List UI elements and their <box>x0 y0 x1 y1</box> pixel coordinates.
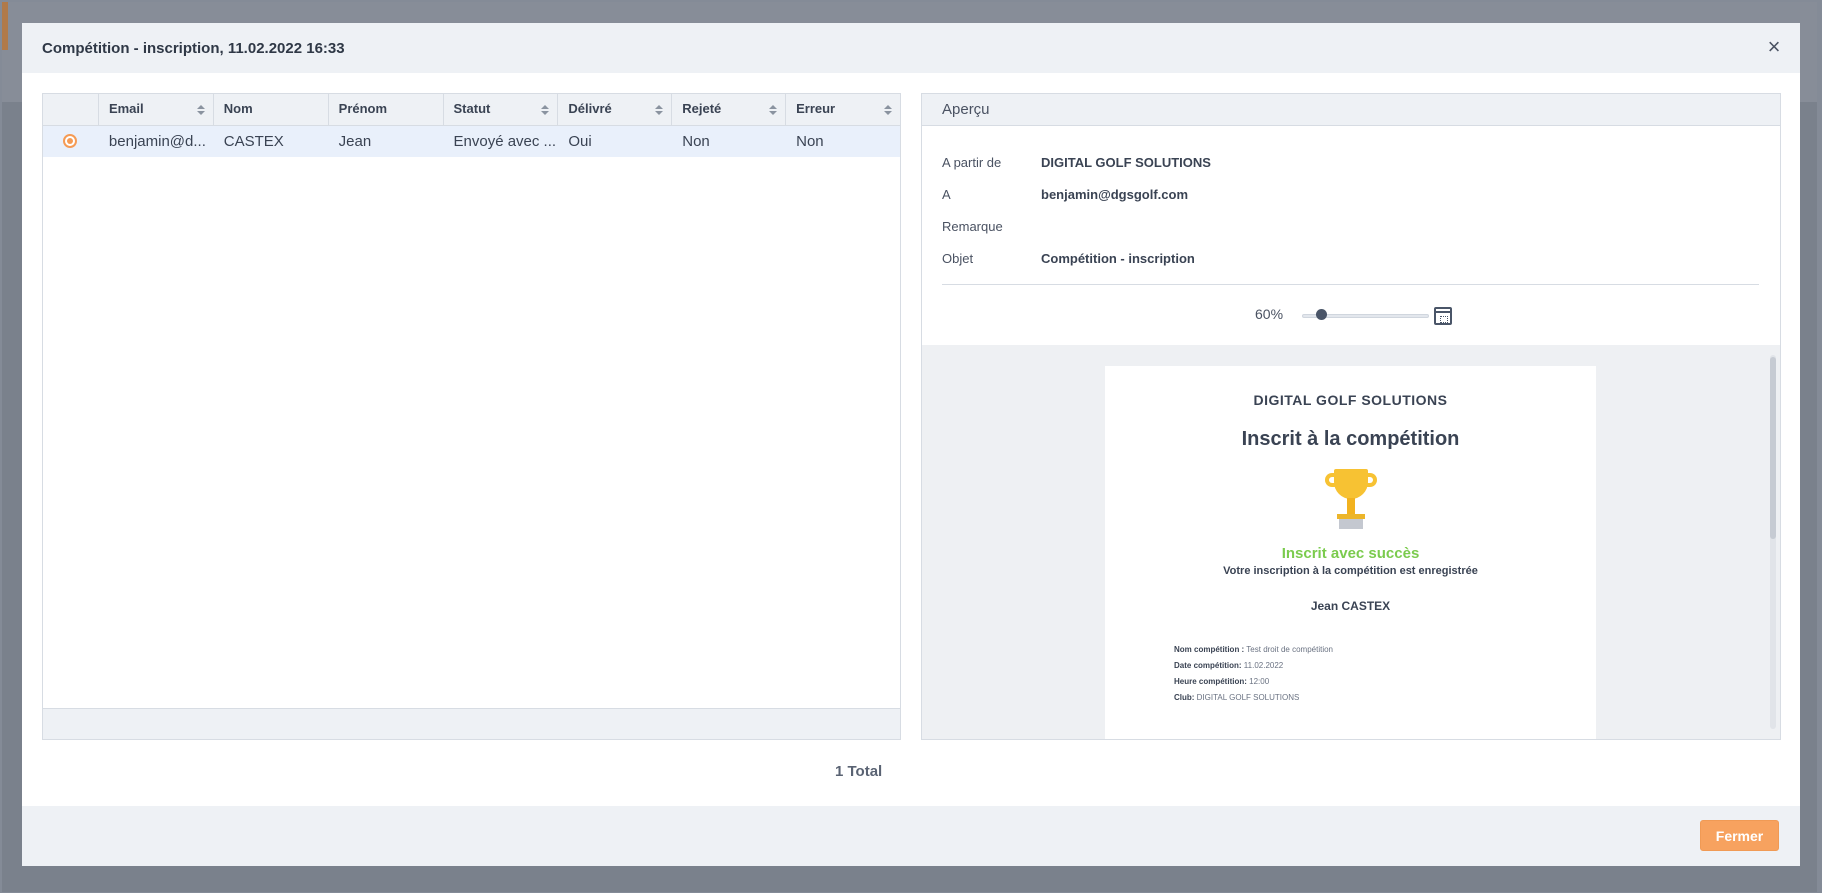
detail-competition-name: Nom compétition : Test droit de compétit… <box>1174 645 1334 654</box>
close-button[interactable]: Fermer <box>1700 820 1779 851</box>
email-detail-modal: Compétition - inscription, 11.02.2022 16… <box>22 23 1800 866</box>
total-count: 1 Total <box>835 763 883 780</box>
sort-icon[interactable] <box>541 105 550 116</box>
cell-statut: Envoyé avec ... <box>453 133 557 150</box>
row-select[interactable] <box>43 126 99 157</box>
preview-scrollbar-thumb[interactable] <box>1770 357 1776 539</box>
preview-title: Aperçu <box>922 94 1780 126</box>
cell-erreur: Non <box>796 133 824 150</box>
recipients-grid: Email Nom Prénom Statut Délivré Rejeté E… <box>42 93 901 740</box>
grid-header: Email Nom Prénom Statut Délivré Rejeté E… <box>43 94 900 126</box>
modal-header: Compétition - inscription, 11.02.2022 16… <box>22 23 1800 73</box>
column-nom[interactable]: Nom <box>214 94 329 126</box>
column-rejete[interactable]: Rejeté <box>672 94 787 126</box>
meta-subject: Objet Compétition - inscription <box>942 250 1195 266</box>
preview-panel: Aperçu A partir de DIGITAL GOLF SOLUTION… <box>921 93 1781 740</box>
zoom-slider-handle[interactable] <box>1315 309 1327 320</box>
email-body: DIGITAL GOLF SOLUTIONS Inscrit à la comp… <box>1105 366 1596 739</box>
column-erreur[interactable]: Erreur <box>786 94 900 126</box>
sort-icon[interactable] <box>655 105 664 116</box>
email-success-message: Inscrit avec succès <box>1281 545 1420 562</box>
divider <box>942 284 1759 285</box>
radio-selected-icon[interactable] <box>63 134 77 148</box>
email-org: DIGITAL GOLF SOLUTIONS <box>1253 392 1448 408</box>
cell-prenom: Jean <box>338 133 372 150</box>
modal-title: Compétition - inscription, 11.02.2022 16… <box>42 39 345 57</box>
modal-footer: Fermer <box>22 806 1800 866</box>
email-subtitle: Votre inscription à la compétition est e… <box>1223 565 1478 577</box>
sort-icon[interactable] <box>883 105 892 116</box>
cell-rejete: Non <box>682 133 710 150</box>
cell-delivre: Oui <box>568 133 592 150</box>
sort-icon[interactable] <box>196 105 205 116</box>
email-preview-canvas: DIGITAL GOLF SOLUTIONS Inscrit à la comp… <box>922 345 1780 739</box>
sort-icon[interactable] <box>769 105 778 116</box>
zoom-level: 60% <box>1255 306 1284 322</box>
detail-club: Club: DIGITAL GOLF SOLUTIONS <box>1174 693 1300 702</box>
close-icon[interactable]: × <box>1762 36 1786 60</box>
trophy-icon <box>1324 469 1377 531</box>
email-meta: A partir de DIGITAL GOLF SOLUTIONS A ben… <box>942 146 1211 274</box>
email-title: Inscrit à la compétition <box>1241 428 1460 450</box>
email-recipient-name: Jean CASTEX <box>1310 599 1391 613</box>
column-email[interactable]: Email <box>99 94 214 126</box>
background-accent-bar <box>2 2 8 50</box>
detail-competition-date: Date compétition: 11.02.2022 <box>1174 661 1284 670</box>
meta-to: A benjamin@dgsgolf.com <box>942 186 1189 202</box>
detail-competition-time: Heure compétition: 12:00 <box>1174 677 1270 686</box>
meta-remark: Remarque <box>942 218 1003 234</box>
column-prenom[interactable]: Prénom <box>329 94 444 126</box>
cell-nom: CASTEX <box>223 133 284 150</box>
column-select <box>43 94 99 126</box>
cell-email: benjamin@d... <box>108 133 206 150</box>
column-delivre[interactable]: Délivré <box>558 94 673 126</box>
column-statut[interactable]: Statut <box>444 94 559 126</box>
fit-to-screen-icon[interactable] <box>1434 307 1452 325</box>
meta-from: A partir de DIGITAL GOLF SOLUTIONS <box>942 154 1211 170</box>
email-details: Nom compétition : Test droit de compétit… <box>1174 642 1596 706</box>
grid-footer <box>43 708 900 739</box>
table-row[interactable]: benjamin@d... CASTEX Jean Envoyé avec ..… <box>43 126 900 157</box>
